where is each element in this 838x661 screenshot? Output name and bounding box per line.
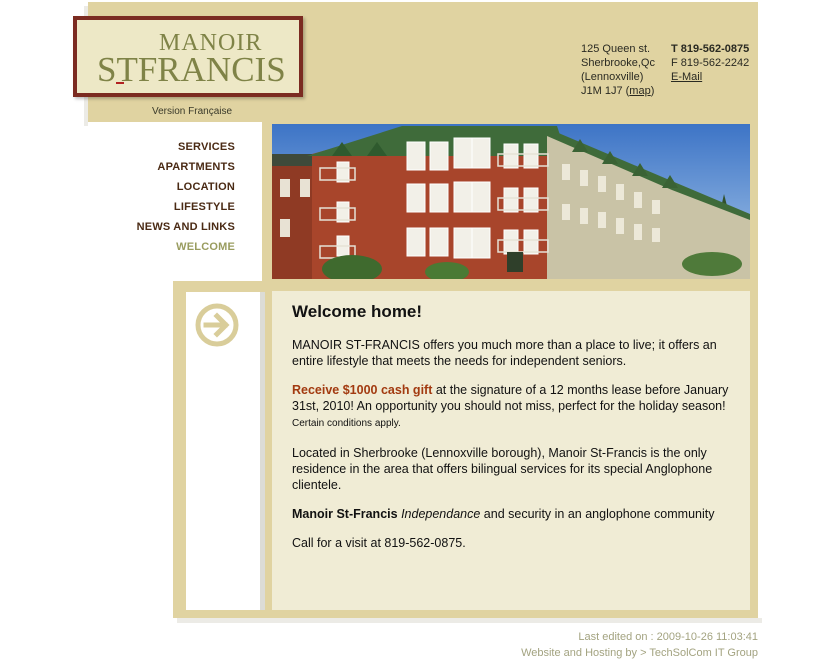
- call-paragraph: Call for a visit at 819-562-0875.: [292, 536, 466, 550]
- french-version-link[interactable]: Version Française: [152, 106, 232, 117]
- address-block: 125 Queen st. Sherbrooke,Qc (Lennoxville…: [581, 42, 655, 98]
- content-body: MANOIR ST-FRANCIS offers you much more t…: [292, 337, 732, 564]
- building-illustration: [272, 124, 750, 279]
- promo-paragraph: Receive $1000 cash gift at the signature…: [292, 382, 732, 432]
- side-column-shadow: [260, 292, 265, 610]
- logo-line-2: STFRANCIS: [97, 50, 286, 89]
- main-nav: SERVICES APARTMENTS LOCATION LIFESTYLE N…: [90, 137, 235, 257]
- tagline-bold: Manoir St-Francis: [292, 507, 398, 521]
- phone-number: T 819-562-0875: [671, 43, 750, 55]
- last-edited: Last edited on : 2009-10-26 11:03:41: [578, 631, 758, 643]
- nav-item-apartments[interactable]: APARTMENTS: [90, 157, 235, 177]
- promo-highlight: Receive $1000 cash gift: [292, 383, 433, 397]
- nav-item-services[interactable]: SERVICES: [90, 137, 235, 157]
- nav-item-location[interactable]: LOCATION: [90, 177, 235, 197]
- intro-paragraph: MANOIR ST-FRANCIS offers you much more t…: [292, 338, 717, 368]
- email-link[interactable]: E-Mail: [671, 71, 702, 83]
- address-line: 125 Queen st.: [581, 43, 651, 55]
- site-logo[interactable]: MANOIR STFRANCIS: [73, 16, 303, 97]
- nav-item-news-and-links[interactable]: NEWS AND LINKS: [90, 217, 235, 237]
- nav-item-welcome[interactable]: WELCOME: [90, 237, 235, 257]
- page-title: Welcome home!: [292, 302, 423, 321]
- footer: Last edited on : 2009-10-26 11:03:41 Web…: [521, 629, 758, 661]
- logo-dash-mark: [116, 82, 124, 84]
- map-link[interactable]: map: [629, 85, 650, 97]
- promo-note: Certain conditions apply.: [292, 418, 401, 429]
- paren-close: ): [650, 85, 655, 97]
- building-photo: [272, 124, 750, 279]
- tagline-text: and security in an anglophone community: [480, 507, 715, 521]
- location-paragraph: Located in Sherbrooke (Lennoxville borou…: [292, 446, 713, 492]
- tagline-italic: Independance: [401, 507, 481, 521]
- fax-number: F 819-562-2242: [671, 57, 750, 69]
- tagline-paragraph: Manoir St-Francis Independance and secur…: [292, 506, 732, 522]
- postal-code: J1M 1J7 (: [581, 85, 630, 97]
- address-line: J1M 1J7 (map): [581, 84, 655, 98]
- address-line: Sherbrooke,Qc: [581, 57, 655, 69]
- content-shadow: [177, 618, 762, 623]
- nav-item-lifestyle[interactable]: LIFESTYLE: [90, 197, 235, 217]
- contact-block: T 819-562-0875 F 819-562-2242 E-Mail: [671, 42, 749, 84]
- arrow-circle-right-icon: [195, 303, 239, 347]
- address-line: (Lennoxville): [581, 71, 644, 83]
